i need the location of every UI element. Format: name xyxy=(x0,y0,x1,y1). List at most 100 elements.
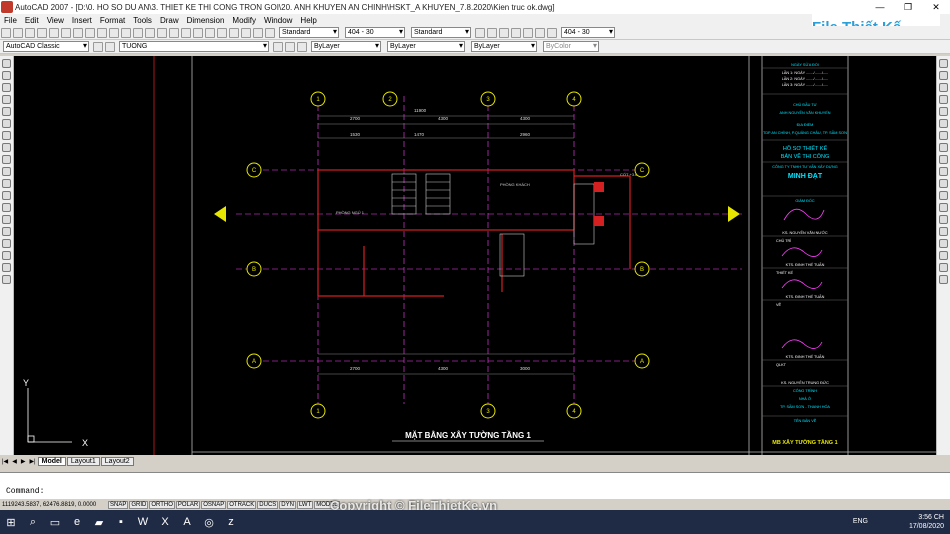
circle-icon[interactable] xyxy=(2,131,11,140)
autocad-app-icon[interactable] xyxy=(1,1,13,13)
menu-dimension[interactable]: Dimension xyxy=(183,16,229,25)
construction-line-icon[interactable] xyxy=(2,71,11,80)
move-icon[interactable] xyxy=(939,119,948,128)
search-icon[interactable]: ⌕ xyxy=(22,510,44,534)
design-center-icon[interactable] xyxy=(205,27,215,38)
tab-model[interactable]: Model xyxy=(37,457,66,466)
close-button[interactable]: ✕ xyxy=(922,0,950,14)
cut-icon[interactable] xyxy=(73,27,83,38)
rectangle-icon[interactable] xyxy=(2,107,11,116)
lwt-toggle[interactable]: LWT xyxy=(296,500,314,509)
layer-select[interactable]: TUONG xyxy=(119,41,269,52)
markup-icon[interactable] xyxy=(241,27,251,38)
mirror-icon[interactable] xyxy=(939,83,948,92)
preview-icon[interactable] xyxy=(49,27,59,38)
scale-icon[interactable] xyxy=(939,143,948,152)
copy-icon[interactable] xyxy=(85,27,95,38)
windows-start-icon[interactable]: ⊞ xyxy=(0,510,22,534)
tab-layout2[interactable]: Layout2 xyxy=(100,457,134,466)
menu-format[interactable]: Format xyxy=(96,16,129,25)
word-icon[interactable]: W xyxy=(132,510,154,534)
hatch-icon[interactable] xyxy=(2,227,11,236)
revcloud-icon[interactable] xyxy=(2,143,11,152)
otrack-toggle[interactable]: OTRACK xyxy=(227,500,257,509)
menu-draw[interactable]: Draw xyxy=(156,16,183,25)
trim-icon[interactable] xyxy=(939,167,948,176)
task-view-icon[interactable]: ▭ xyxy=(44,510,66,534)
mleader-remove-icon[interactable] xyxy=(499,27,509,38)
mleader-align-icon[interactable] xyxy=(511,27,521,38)
ortho-toggle[interactable]: ORTHO xyxy=(149,500,175,509)
undo-icon[interactable] xyxy=(121,27,131,38)
plotstyle-select[interactable]: ByColor xyxy=(543,41,599,52)
zoom-icon[interactable] xyxy=(157,27,167,38)
polygon-icon[interactable] xyxy=(2,95,11,104)
edge-icon[interactable]: e xyxy=(66,510,88,534)
mtext-icon[interactable] xyxy=(2,275,11,284)
zalo-icon[interactable]: z xyxy=(220,510,242,534)
make-current-icon[interactable] xyxy=(273,41,283,52)
menu-modify[interactable]: Modify xyxy=(228,16,260,25)
grid-toggle[interactable]: GRID xyxy=(129,500,149,509)
join-icon[interactable] xyxy=(939,203,948,212)
properties-icon[interactable] xyxy=(193,27,203,38)
tab-first-button[interactable]: |◀ xyxy=(0,458,10,465)
stretch-icon[interactable] xyxy=(939,155,948,164)
osnap-endpoint-icon[interactable] xyxy=(939,251,948,260)
line-icon[interactable] xyxy=(2,59,11,68)
mleader-collect-icon[interactable] xyxy=(523,27,533,38)
workspace-settings-icon[interactable] xyxy=(93,41,103,52)
calc-icon[interactable] xyxy=(253,27,263,38)
lineweight-select[interactable]: ByLayer xyxy=(471,41,537,52)
table-style-select[interactable]: Standard xyxy=(411,27,471,38)
menu-edit[interactable]: Edit xyxy=(21,16,43,25)
command-line[interactable]: Command: xyxy=(0,472,950,500)
mleader-add-icon[interactable] xyxy=(487,27,497,38)
menu-view[interactable]: View xyxy=(43,16,68,25)
pan-icon[interactable] xyxy=(145,27,155,38)
mleader-style-icon[interactable] xyxy=(535,27,545,38)
tab-prev-button[interactable]: ◀ xyxy=(10,458,19,465)
chamfer-icon[interactable] xyxy=(939,215,948,224)
polar-toggle[interactable]: POLAR xyxy=(175,500,201,509)
menu-tools[interactable]: Tools xyxy=(129,16,156,25)
tab-next-button[interactable]: ▶ xyxy=(19,458,28,465)
clock[interactable]: 3:56 CH 17/08/2020 xyxy=(909,513,944,531)
color-select[interactable]: ByLayer xyxy=(311,41,381,52)
osnap-center-icon[interactable] xyxy=(939,275,948,284)
workspace-select[interactable]: AutoCAD Classic xyxy=(3,41,89,52)
matchprop-icon[interactable] xyxy=(109,27,119,38)
new-icon[interactable] xyxy=(1,27,11,38)
polyline-icon[interactable] xyxy=(2,83,11,92)
drawing-canvas[interactable]: 2700 4300 4300 11900 1530 1470 2960 2700… xyxy=(14,56,936,455)
dyn-toggle[interactable]: DYN xyxy=(279,500,296,509)
chrome-icon[interactable]: ◎ xyxy=(198,510,220,534)
ellipse-arc-icon[interactable] xyxy=(2,179,11,188)
array-icon[interactable] xyxy=(939,107,948,116)
text-style-select[interactable]: Standard xyxy=(279,27,339,38)
arc-icon[interactable] xyxy=(2,119,11,128)
explode-icon[interactable] xyxy=(939,239,948,248)
autocad-taskbar-icon[interactable]: A xyxy=(176,510,198,534)
multileader-icon[interactable] xyxy=(475,27,485,38)
snap-toggle[interactable]: SNAP xyxy=(108,500,129,509)
layer-state-icon[interactable] xyxy=(297,41,307,52)
paste-icon[interactable] xyxy=(97,27,107,38)
mleader-edit-icon[interactable] xyxy=(547,27,557,38)
menu-insert[interactable]: Insert xyxy=(68,16,96,25)
region-icon[interactable] xyxy=(2,251,11,260)
zoom-window-icon[interactable] xyxy=(169,27,179,38)
command-prompt[interactable]: Command: xyxy=(6,487,44,496)
linetype-select[interactable]: ByLayer xyxy=(387,41,465,52)
fillet-icon[interactable] xyxy=(939,227,948,236)
make-block-icon[interactable] xyxy=(2,203,11,212)
extend-icon[interactable] xyxy=(939,179,948,188)
menu-help[interactable]: Help xyxy=(296,16,320,25)
copy-object-icon[interactable] xyxy=(939,71,948,80)
help-icon[interactable] xyxy=(265,27,275,38)
osnap-midpoint-icon[interactable] xyxy=(939,263,948,272)
minimize-button[interactable]: — xyxy=(866,0,894,14)
table-icon[interactable] xyxy=(2,263,11,272)
osnap-toggle[interactable]: OSNAP xyxy=(201,500,227,509)
layer-previous-icon[interactable] xyxy=(285,41,295,52)
